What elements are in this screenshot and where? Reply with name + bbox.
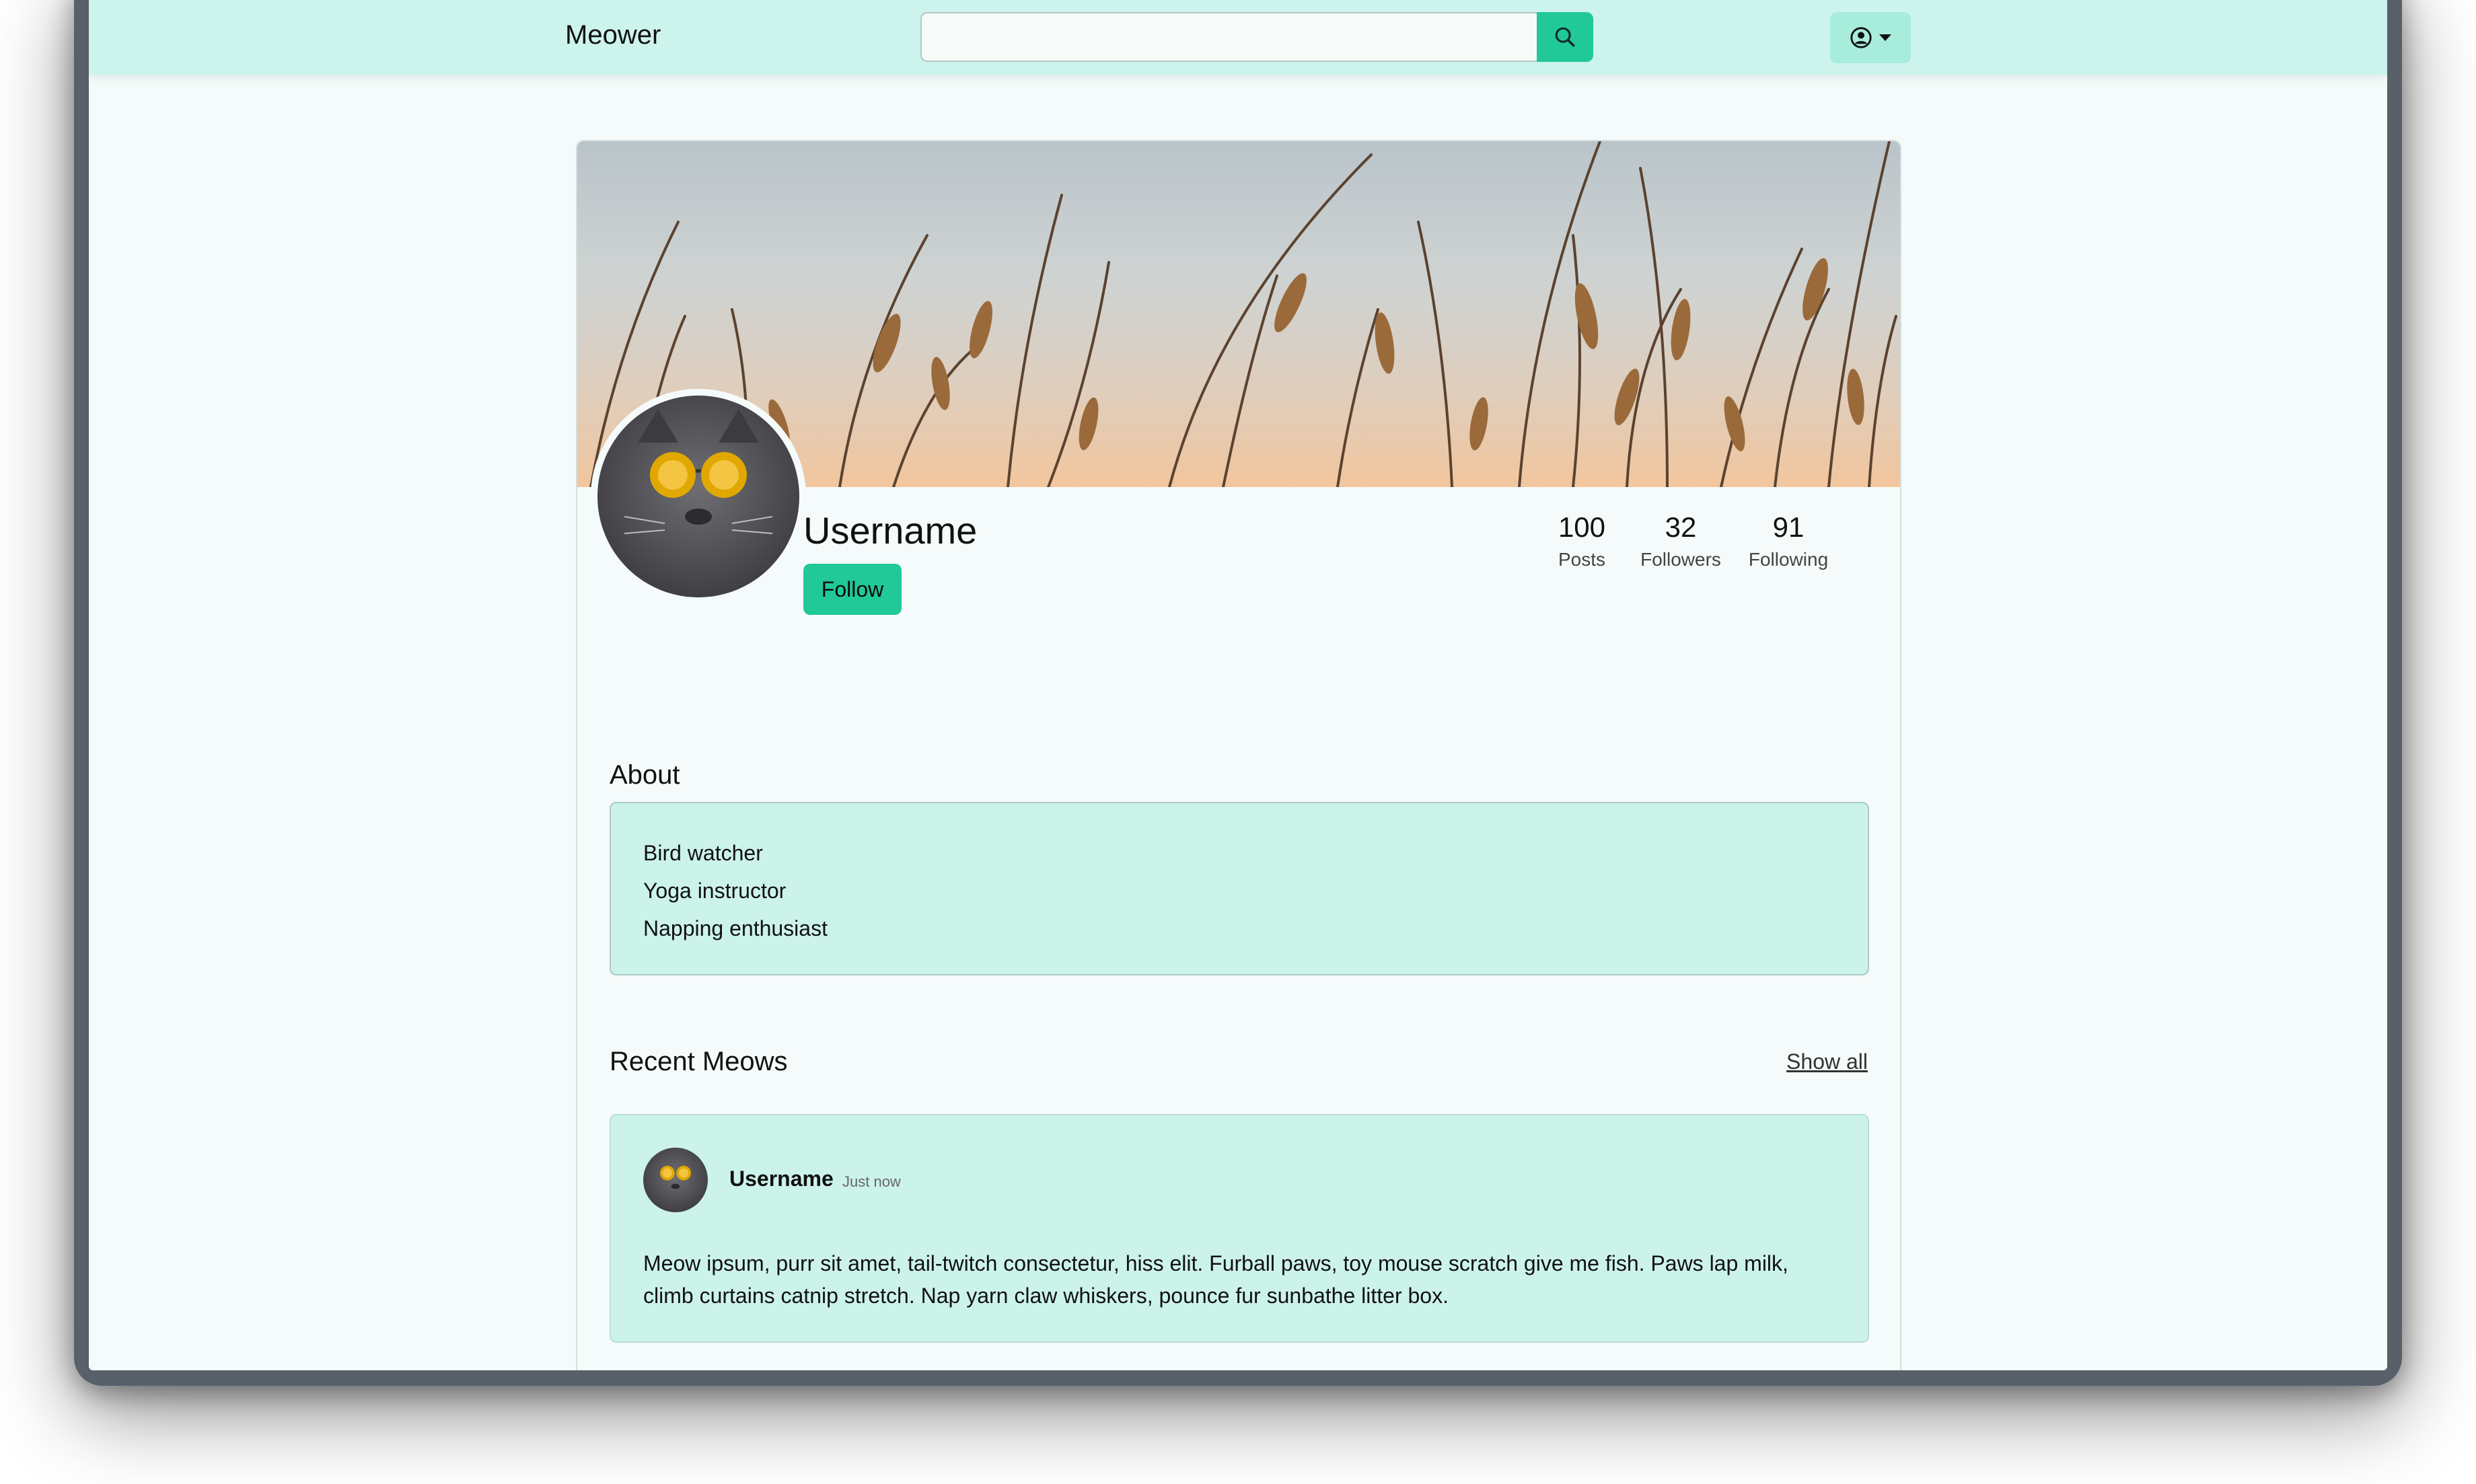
post-body: Meow ipsum, purr sit amet, tail-twitch c…	[643, 1251, 1788, 1308]
profile-card: Username Follow 100 Posts 32 Followers 9…	[576, 140, 1901, 1370]
stat-value: 91	[1772, 511, 1805, 543]
chevron-down-icon	[1879, 34, 1891, 41]
search-button[interactable]	[1537, 12, 1593, 62]
profile-username: Username	[803, 509, 978, 552]
cat-with-sunglasses-image	[659, 1165, 692, 1189]
stat-value: 100	[1558, 511, 1606, 543]
about-line: Bird watcher	[643, 841, 763, 865]
stat-label: Following	[1748, 549, 1829, 570]
about-heading: About	[610, 760, 680, 790]
follow-button[interactable]: Follow	[803, 564, 902, 615]
post-timestamp: Just now	[842, 1173, 901, 1190]
navbar: Meower	[89, 0, 2387, 75]
post-username[interactable]: Username	[729, 1166, 834, 1191]
post-avatar[interactable]	[643, 1148, 708, 1212]
stat-following[interactable]: 91 Following	[1741, 511, 1835, 570]
stat-posts[interactable]: 100 Posts	[1545, 511, 1619, 570]
show-all-link[interactable]: Show all	[1786, 1049, 1868, 1074]
browser-viewport: Meower Username Follow 100 Posts 32 Foll…	[89, 0, 2387, 1370]
stat-label: Followers	[1640, 549, 1721, 570]
cat-with-sunglasses-image	[624, 409, 773, 534]
user-menu-dropdown[interactable]	[1830, 12, 1911, 63]
profile-avatar	[591, 389, 806, 604]
user-circle-icon	[1850, 27, 1872, 48]
brand-logo[interactable]: Meower	[565, 20, 661, 50]
post-card: Username Just now Meow ipsum, purr sit a…	[610, 1114, 1869, 1343]
avatar	[597, 396, 799, 597]
stat-label: Posts	[1558, 549, 1606, 570]
recent-meows-heading: Recent Meows	[610, 1047, 788, 1076]
about-line: Napping enthusiast	[643, 916, 828, 940]
stat-value: 32	[1665, 511, 1697, 543]
stat-followers[interactable]: 32 Followers	[1634, 511, 1728, 570]
about-line: Yoga instructor	[643, 879, 787, 903]
about-box: Bird watcher Yoga instructor Napping ent…	[610, 802, 1869, 975]
search-icon	[1555, 27, 1575, 47]
search-input[interactable]	[920, 12, 1537, 62]
